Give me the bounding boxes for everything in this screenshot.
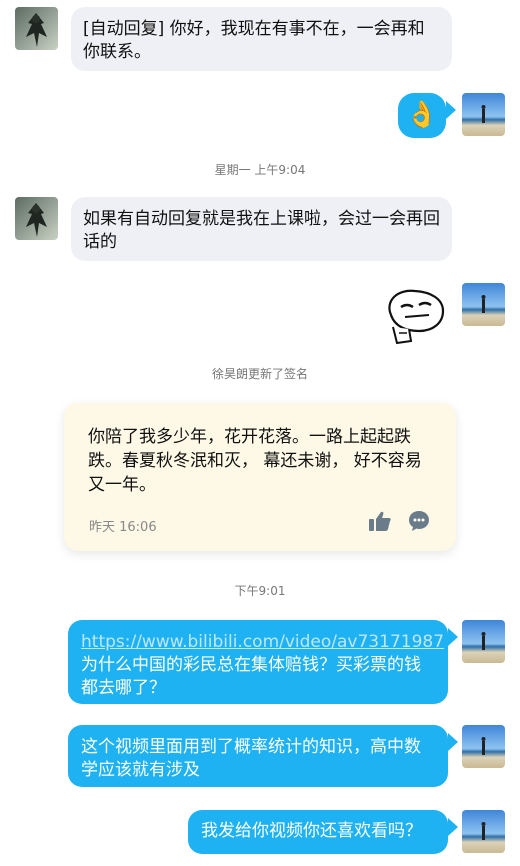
comment-icon[interactable] [407, 509, 431, 533]
my-avatar[interactable] [462, 93, 505, 136]
bubble-tail [448, 733, 458, 751]
signature-update-notice: 徐昊朗更新了签名 [211, 367, 308, 381]
signature-card[interactable]: 你陪了我多少年，花开花落。一路上起起跌跌。春夏秋冬泯和灭， 幕还未谢， 好不容易… [64, 403, 456, 551]
ok-hand-icon: 👌 [405, 100, 439, 130]
outgoing-message-bubble[interactable]: 这个视频里面用到了概率统计的知识，高中数学应该就有涉及 [68, 725, 448, 787]
video-link[interactable]: https://www.bilibili.com/video/av7317198… [81, 631, 444, 654]
outgoing-message-bubble[interactable]: 我发给你视频你还喜欢看吗？ [188, 810, 448, 854]
contact-avatar[interactable] [15, 197, 58, 240]
timestamp-divider: 星期一 上午9:04 [214, 163, 306, 177]
ok-hand-sticker[interactable] [381, 283, 453, 345]
outgoing-message-bubble[interactable]: https://www.bilibili.com/video/av7317198… [68, 620, 448, 704]
message-text: 为什么中国的彩民总在集体赔钱？买彩票的钱都去哪了？ [81, 655, 421, 698]
my-avatar[interactable] [462, 810, 505, 853]
bubble-tail [448, 818, 458, 836]
signature-time: 昨天 16:06 [89, 520, 157, 535]
signature-text: 你陪了我多少年，花开花落。一路上起起跌跌。春夏秋冬泯和灭， 幕还未谢， 好不容易… [88, 427, 422, 495]
incoming-message-bubble[interactable]: [自动回复] 你好，我现在有事不在，一会再和你联系。 [71, 7, 452, 71]
message-text: 如果有自动回复就是我在上课啦，会过一会再回话的 [83, 209, 440, 252]
my-avatar[interactable] [462, 620, 505, 663]
bubble-tail [446, 101, 456, 119]
message-text: 这个视频里面用到了概率统计的知识，高中数学应该就有涉及 [81, 737, 421, 780]
my-avatar[interactable] [462, 725, 505, 768]
thumbs-up-icon[interactable] [368, 510, 392, 532]
message-text: 我发给你视频你还喜欢看吗？ [201, 821, 422, 841]
message-text: [自动回复] 你好，我现在有事不在，一会再和你联系。 [83, 19, 425, 62]
my-avatar[interactable] [462, 283, 505, 326]
incoming-message-bubble[interactable]: 如果有自动回复就是我在上课啦，会过一会再回话的 [71, 197, 452, 261]
outgoing-emoji-bubble[interactable]: 👌 [398, 93, 446, 138]
bubble-tail [448, 628, 458, 646]
contact-avatar[interactable] [15, 7, 58, 50]
timestamp-divider: 下午9:01 [234, 584, 286, 598]
